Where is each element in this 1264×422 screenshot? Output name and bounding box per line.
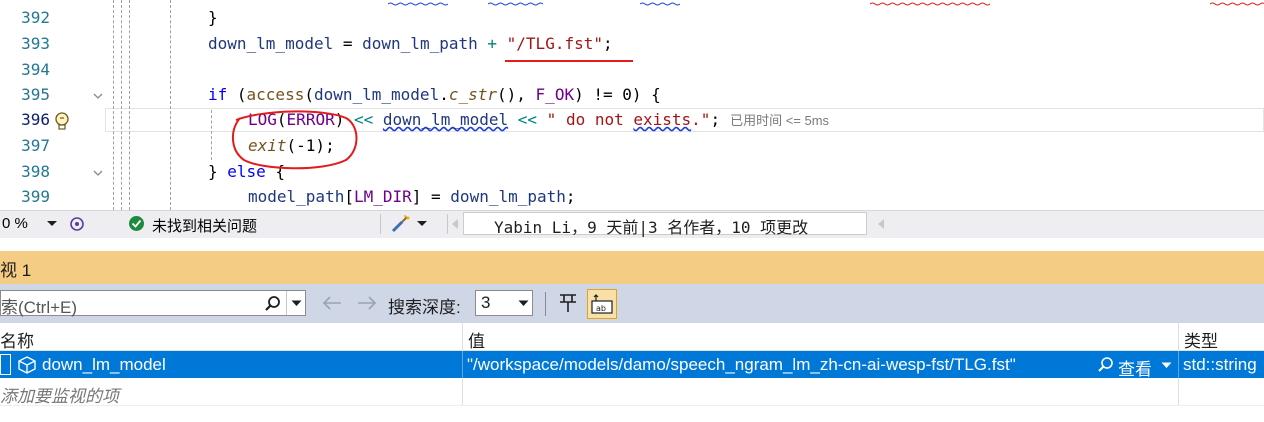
zoom-dropdown-icon[interactable]	[46, 220, 58, 228]
line-number: 392	[21, 8, 50, 27]
toolbar-separator	[545, 292, 546, 316]
line-number: 399	[21, 187, 50, 206]
back-arrow-icon[interactable]	[321, 295, 343, 311]
issues-status[interactable]: 未找到相关问题	[152, 215, 257, 236]
column-divider	[462, 351, 463, 378]
forward-arrow-icon[interactable]	[356, 295, 378, 311]
zoom-level[interactable]: 0 %	[2, 215, 28, 232]
search-depth-value: 3	[481, 293, 491, 312]
variable-cube-icon	[18, 356, 36, 374]
line-number: 394	[21, 60, 50, 79]
line-number: 397	[21, 136, 50, 155]
search-input[interactable]: 索(Ctrl+E)	[1, 293, 77, 318]
search-depth-label: 搜索深度:	[388, 298, 461, 317]
status-separator	[447, 214, 448, 234]
magnifier-icon[interactable]	[1097, 356, 1115, 374]
watch-type: std::string	[1183, 355, 1257, 374]
squiggle	[488, 2, 543, 6]
watch-panel-title-bar[interactable]: 视 1	[0, 251, 1264, 284]
indent-guide	[129, 0, 130, 210]
squiggle	[870, 2, 990, 6]
lightbulb-icon[interactable]	[54, 112, 70, 130]
watch-name[interactable]: down_lm_model	[42, 355, 166, 375]
search-options-dropdown-icon[interactable]	[291, 300, 302, 307]
watch-value[interactable]: "/workspace/models/damo/speech_ngram_lm_…	[467, 355, 1016, 375]
squiggle	[1210, 2, 1264, 6]
add-watch-placeholder[interactable]: 添加要监视的项	[0, 382, 119, 407]
intellicode-icon[interactable]	[68, 215, 86, 233]
squiggle	[388, 2, 448, 6]
watch-table-header: 名称 值 类型	[0, 323, 1264, 351]
view-visualizer-button[interactable]: 查看	[1118, 355, 1152, 380]
row-expander[interactable]	[0, 354, 11, 375]
search-divider	[286, 291, 287, 315]
indent-guide	[121, 0, 122, 210]
editor-status-bar: 0 % 未找到相关问题 Yabin Li，9 天前|3 名作者，10 项更改	[0, 210, 1264, 238]
scroll-left-icon[interactable]	[450, 218, 460, 230]
git-blame-text[interactable]: Yabin Li，9 天前|3 名作者，10 项更改	[494, 214, 808, 238]
status-separator	[380, 214, 381, 234]
search-box[interactable]: 索(Ctrl+E)	[0, 290, 306, 318]
code-line: down_lm_model = down_lm_path + "/TLG.fst…	[208, 34, 613, 53]
code-editor[interactable]: 392 393 394 395 396 397 398 399 } down_l…	[0, 0, 1264, 210]
ab-display-icon: ab	[591, 294, 613, 314]
search-icon[interactable]	[264, 295, 282, 313]
svg-text:ab: ab	[596, 304, 606, 313]
code-line: if (access(down_lm_model.c_str(), F_OK) …	[208, 85, 661, 104]
pin-icon[interactable]	[556, 292, 580, 314]
red-circle-annotation	[232, 110, 358, 170]
watch-panel-title: 视 1	[0, 261, 32, 280]
squiggle	[640, 2, 680, 6]
indent-guide	[170, 0, 171, 210]
column-divider[interactable]	[462, 323, 463, 350]
column-header-name[interactable]: 名称	[0, 327, 34, 352]
code-line: model_path[LM_DIR] = down_lm_path;	[248, 187, 576, 206]
line-number: 393	[21, 34, 50, 53]
line-number: 395	[21, 85, 50, 104]
watch-toolbar: 索(Ctrl+E) 搜索深度: 3 ab	[0, 284, 1264, 323]
indent-guide	[113, 0, 114, 210]
indent-guide	[211, 110, 212, 160]
code-line: }	[208, 8, 218, 27]
hex-display-toggle[interactable]: ab	[587, 289, 617, 319]
red-underline-annotation	[505, 60, 633, 62]
fold-chevron-icon[interactable]	[92, 90, 104, 102]
fold-chevron-icon[interactable]	[92, 167, 104, 179]
perf-tip: 已用时间 <= 5ms	[730, 113, 830, 128]
check-circle-icon	[129, 216, 144, 231]
column-divider	[1178, 378, 1179, 405]
chevron-down-icon	[518, 300, 529, 306]
watch-add-row[interactable]: 添加要监视的项	[0, 378, 1264, 406]
visualizer-dropdown-icon[interactable]	[1161, 362, 1172, 369]
brush-cleanup-icon[interactable]	[390, 214, 412, 234]
cleanup-dropdown-icon[interactable]	[416, 220, 428, 228]
column-header-value[interactable]: 值	[468, 327, 485, 352]
column-header-type[interactable]: 类型	[1184, 327, 1218, 352]
scroll-right-icon[interactable]	[876, 218, 886, 230]
search-depth-select[interactable]: 3	[475, 290, 533, 316]
column-divider[interactable]	[1178, 323, 1179, 350]
watch-row-selected[interactable]: down_lm_model "/workspace/models/damo/sp…	[0, 351, 1264, 380]
column-divider	[462, 378, 463, 405]
column-divider	[1178, 351, 1179, 378]
line-number: 396	[21, 110, 50, 129]
line-number: 398	[21, 162, 50, 181]
